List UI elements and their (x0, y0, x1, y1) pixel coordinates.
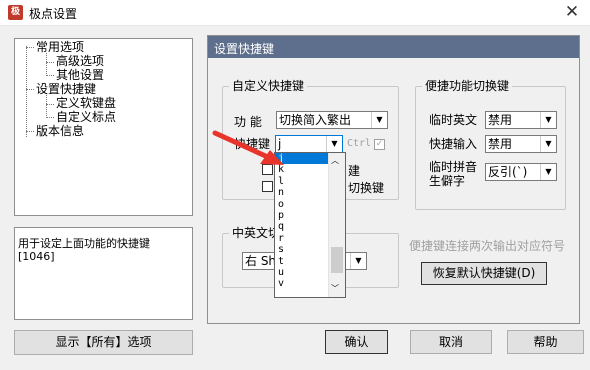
tree-line (26, 131, 34, 132)
description-text: 用于设定上面功能的快捷键 (18, 237, 150, 250)
tree-line (26, 47, 34, 48)
scroll-down-icon[interactable]: ﹀ (331, 283, 339, 294)
tree-line (46, 95, 47, 118)
temp-english-select[interactable]: 禁用 ▼ (485, 111, 557, 129)
tree-item-other[interactable]: 其他设置 (56, 69, 104, 82)
annotation-arrow-icon (212, 130, 284, 165)
dropdown-scrollbar[interactable]: ︿ ﹀ (328, 153, 345, 297)
chevron-down-icon[interactable]: ▼ (540, 112, 556, 128)
chevron-down-icon[interactable]: ▼ (371, 112, 387, 128)
chevron-down-icon[interactable]: ▼ (350, 253, 366, 269)
settings-tree[interactable]: 常用选项 高级选项 其他设置 设置快捷键 定义软键盘 自定义标点 版本信息 (14, 38, 193, 216)
tree-item-version[interactable]: 版本信息 (36, 125, 84, 138)
tree-item-hotkeys[interactable]: 设置快捷键 (36, 83, 96, 96)
zh-en-value: 右 Sh (245, 254, 277, 268)
hotkey-dropdown-list[interactable]: j k l n o p q r s t u v ︿ ﹀ (274, 152, 346, 298)
tree-item-common[interactable]: 常用选项 (36, 41, 84, 54)
panel-header: 设置快捷键 (208, 36, 579, 58)
description-box: 用于设定上面功能的快捷键 [1046] (14, 227, 193, 320)
custom-hotkey-group-title: 自定义快捷键 (229, 79, 308, 93)
tree-line (46, 62, 54, 63)
tree-item-advanced[interactable]: 高级选项 (56, 55, 104, 68)
hint-text: 便捷键连接两次输出对应符号 (409, 239, 566, 253)
close-icon[interactable]: ✕ (560, 1, 584, 23)
tree-item-soft-keyboard[interactable]: 定义软键盘 (56, 97, 116, 110)
ctrl-checkbox[interactable]: ✓ (374, 139, 385, 150)
chevron-down-icon[interactable]: ▼ (540, 136, 556, 152)
scroll-up-icon[interactable]: ︿ (331, 155, 339, 166)
option2-label: 切换键 (348, 181, 385, 195)
temp-pinyin-label: 临时拼音 生僻字 (429, 160, 478, 188)
cancel-button[interactable]: 取消 (410, 330, 492, 354)
function-select[interactable]: 切换简入繁出 ▼ (276, 111, 388, 129)
option1-label: 建 (348, 164, 361, 178)
temp-english-value: 禁用 (488, 113, 513, 127)
ok-button[interactable]: 确认 (325, 330, 388, 354)
quick-input-label: 快捷输入 (429, 137, 478, 151)
description-code: [1046] (18, 250, 55, 263)
switch-group-title: 便捷功能切换键 (422, 79, 513, 93)
chevron-down-icon[interactable]: ▼ (540, 164, 556, 180)
restore-default-button[interactable]: 恢复默认快捷键(D) (421, 262, 547, 285)
temp-english-label: 临时英文 (429, 113, 478, 127)
tree-line (46, 117, 54, 118)
quick-input-value: 禁用 (488, 137, 513, 151)
window-title: 极点设置 (29, 7, 78, 21)
tree-line (26, 89, 34, 90)
temp-pinyin-value: 反引(`) (488, 165, 528, 179)
temp-pinyin-select[interactable]: 反引(`) ▼ (485, 163, 557, 181)
app-logo-icon: 极 (8, 5, 23, 20)
tree-line (46, 53, 47, 76)
tree-line (46, 75, 54, 76)
show-all-button[interactable]: 显示【所有】选项 (14, 330, 193, 355)
tree-line (46, 104, 54, 105)
option2-checkbox[interactable] (262, 181, 273, 192)
scrollbar-thumb[interactable] (331, 247, 343, 273)
title-bar (0, 0, 590, 26)
tree-line (26, 46, 27, 137)
ctrl-label: Ctrl (347, 138, 372, 149)
tree-item-custom-punct[interactable]: 自定义标点 (56, 111, 116, 124)
quick-input-select[interactable]: 禁用 ▼ (485, 135, 557, 153)
chevron-down-icon[interactable]: ▼ (326, 136, 342, 152)
function-select-value: 切换简入繁出 (279, 113, 352, 127)
help-button[interactable]: 帮助 (507, 330, 584, 354)
